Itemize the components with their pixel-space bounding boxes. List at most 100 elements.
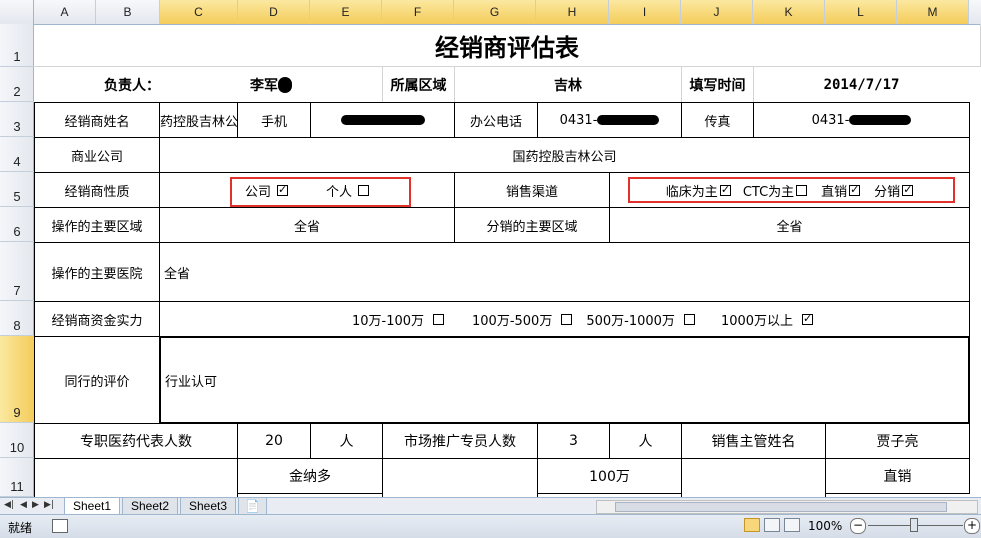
promo-staff-value[interactable]: 3 bbox=[537, 423, 610, 459]
column-header-bar: A B C D E F G H I J K L M bbox=[0, 0, 981, 25]
col-header-l[interactable]: L bbox=[825, 0, 897, 24]
row-header-4[interactable]: 4 bbox=[0, 137, 34, 172]
checkbox-capital-opt3[interactable] bbox=[683, 313, 695, 325]
peer-evaluation-value[interactable]: 行业认可 bbox=[159, 336, 970, 424]
row-header-2[interactable]: 2 bbox=[0, 67, 34, 102]
row-header-3[interactable]: 3 bbox=[0, 102, 34, 137]
sheet-title[interactable]: 经销商评估表 bbox=[34, 24, 981, 67]
owner-label[interactable]: 负责人： bbox=[34, 67, 160, 102]
dealer-name-label[interactable]: 经销商姓名 bbox=[34, 102, 160, 138]
row-header-1[interactable]: 1 bbox=[0, 24, 34, 67]
company-value[interactable]: 国药控股吉林公司 bbox=[159, 137, 970, 173]
office-phone-value[interactable]: 0431- bbox=[537, 102, 682, 138]
cell-f11[interactable] bbox=[382, 458, 538, 497]
cell-j11[interactable] bbox=[681, 458, 826, 497]
row-header-11[interactable]: 11 bbox=[0, 458, 34, 497]
row-number: 9 bbox=[13, 405, 21, 420]
mobile-value[interactable] bbox=[310, 102, 455, 138]
tab-sheet3[interactable]: Sheet3 bbox=[180, 498, 237, 515]
owner-value[interactable]: 李军 bbox=[160, 67, 382, 102]
cell-h11[interactable]: 100万 bbox=[537, 458, 682, 494]
macro-record-icon[interactable] bbox=[52, 519, 68, 533]
mobile-label[interactable]: 手机 bbox=[237, 102, 311, 138]
col-header-m[interactable]: M bbox=[897, 0, 969, 24]
capital-strength-label[interactable]: 经销商资金实力 bbox=[34, 301, 160, 337]
col-header-b[interactable]: B bbox=[96, 0, 160, 24]
company-label[interactable]: 商业公司 bbox=[34, 137, 160, 173]
checkbox-capital-opt4[interactable] bbox=[802, 312, 814, 325]
fax-label[interactable]: 传真 bbox=[681, 102, 754, 138]
page-layout-view-icon[interactable] bbox=[764, 518, 780, 532]
capital-strength-options[interactable]: 10万-100万 100万-500万 500万-1000万 1000万以上 bbox=[159, 301, 970, 337]
distribution-area-label[interactable]: 分销的主要区域 bbox=[454, 207, 610, 243]
dealer-nature-label[interactable]: 经销商性质 bbox=[34, 172, 160, 208]
main-hospitals-value[interactable]: 全省 bbox=[159, 242, 970, 302]
region-value[interactable]: 吉林 bbox=[454, 67, 681, 102]
zoom-out-icon[interactable]: − bbox=[850, 518, 866, 534]
date-value[interactable]: 2014/7/17 bbox=[753, 67, 969, 102]
row-number: 3 bbox=[13, 119, 21, 134]
promo-staff-unit[interactable]: 人 bbox=[609, 423, 682, 459]
status-bar: 就绪 100% − + bbox=[0, 514, 981, 538]
promo-staff-label[interactable]: 市场推广专员人数 bbox=[382, 423, 538, 459]
row-number: 5 bbox=[13, 189, 21, 204]
distribution-area-value[interactable]: 全省 bbox=[609, 207, 970, 243]
checkbox-capital-opt1[interactable] bbox=[433, 313, 445, 325]
sales-channel-label[interactable]: 销售渠道 bbox=[454, 172, 610, 208]
peer-evaluation-label[interactable]: 同行的评价 bbox=[34, 336, 160, 424]
medical-reps-value[interactable]: 20 bbox=[237, 423, 311, 459]
col-header-k[interactable]: K bbox=[753, 0, 825, 24]
sales-manager-label[interactable]: 销售主管姓名 bbox=[681, 423, 826, 459]
cell-a11[interactable] bbox=[34, 458, 238, 497]
region-label[interactable]: 所属区域 bbox=[382, 67, 454, 102]
fax-value[interactable]: 0431- bbox=[753, 102, 970, 138]
row-header-5[interactable]: 5 bbox=[0, 172, 34, 207]
row-number: 2 bbox=[13, 84, 21, 99]
next-sheet-icon[interactable]: ▶ bbox=[32, 500, 39, 510]
last-sheet-icon[interactable]: ▶| bbox=[44, 500, 54, 510]
operating-area-value[interactable]: 全省 bbox=[159, 207, 455, 243]
col-header-f[interactable]: F bbox=[382, 0, 454, 24]
checkbox-capital-opt2[interactable] bbox=[561, 313, 573, 325]
prev-sheet-icon[interactable]: ◀ bbox=[20, 500, 27, 510]
col-header-d[interactable]: D bbox=[238, 0, 310, 24]
normal-view-icon[interactable] bbox=[744, 518, 760, 532]
row-header-9[interactable]: 9 bbox=[0, 336, 34, 423]
tab-sheet1[interactable]: Sheet1 bbox=[64, 498, 121, 515]
date-label[interactable]: 填写时间 bbox=[681, 67, 753, 102]
col-header-e[interactable]: E bbox=[310, 0, 382, 24]
col-header-i[interactable]: I bbox=[609, 0, 681, 24]
cell-d11[interactable]: 金纳多 bbox=[237, 458, 383, 494]
row-header-6[interactable]: 6 bbox=[0, 207, 34, 242]
office-phone-text: 0431- bbox=[559, 112, 598, 128]
page-break-view-icon[interactable] bbox=[784, 518, 800, 532]
main-hospitals-label[interactable]: 操作的主要医院 bbox=[34, 242, 160, 302]
col-header-j[interactable]: J bbox=[681, 0, 753, 24]
select-all-corner[interactable] bbox=[0, 0, 34, 24]
cell-l11[interactable]: 直销 bbox=[825, 458, 970, 494]
row-header-7[interactable]: 7 bbox=[0, 242, 34, 301]
horizontal-scrollbar[interactable] bbox=[596, 500, 978, 514]
col-header-a[interactable]: A bbox=[34, 0, 96, 24]
tab-sheet2[interactable]: Sheet2 bbox=[122, 498, 179, 515]
medical-reps-unit[interactable]: 人 bbox=[310, 423, 383, 459]
zoom-slider-thumb[interactable] bbox=[910, 518, 918, 532]
first-sheet-icon[interactable]: ◀| bbox=[4, 500, 14, 510]
row-header-8[interactable]: 8 bbox=[0, 301, 34, 336]
worksheet-grid[interactable]: 经销商评估表 负责人： 李军 所属区域 吉林 填写时间 2014/7/17 经销… bbox=[34, 24, 981, 497]
col-header-c[interactable]: C bbox=[160, 0, 238, 24]
scrollbar-thumb[interactable] bbox=[615, 502, 947, 512]
col-header-h[interactable]: H bbox=[536, 0, 609, 24]
redaction-mark bbox=[340, 115, 425, 125]
col-header-g[interactable]: G bbox=[454, 0, 536, 24]
zoom-level[interactable]: 100% bbox=[808, 519, 842, 533]
office-phone-label[interactable]: 办公电话 bbox=[454, 102, 538, 138]
operating-area-label[interactable]: 操作的主要区域 bbox=[34, 207, 160, 243]
sales-manager-value[interactable]: 贾子亮 bbox=[825, 423, 970, 459]
medical-reps-label[interactable]: 专职医药代表人数 bbox=[34, 423, 238, 459]
row-header-10[interactable]: 10 bbox=[0, 423, 34, 458]
zoom-in-icon[interactable]: + bbox=[964, 518, 980, 534]
dealer-name-value[interactable]: 药控股吉林公 bbox=[159, 102, 238, 138]
insert-sheet-icon[interactable]: 📄 bbox=[238, 498, 267, 515]
row-number: 11 bbox=[10, 479, 24, 494]
